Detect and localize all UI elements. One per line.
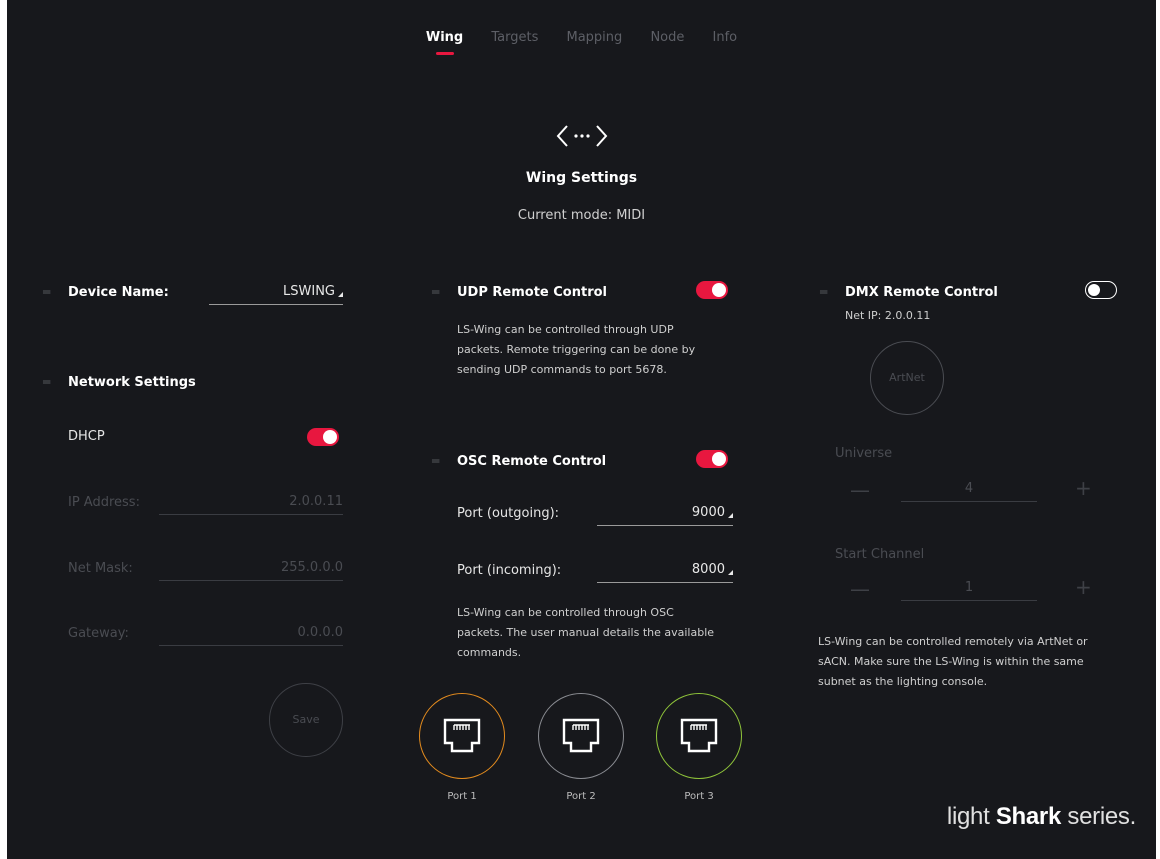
- drag-handle-icon[interactable]: ═: [820, 285, 827, 299]
- port-1-label: Port 1: [447, 791, 477, 802]
- brand-logo: light Shark series.: [947, 803, 1136, 831]
- page-title: Wing Settings: [525, 170, 638, 186]
- osc-toggle[interactable]: [696, 450, 728, 468]
- network-settings-title: Network Settings: [68, 375, 196, 390]
- start-channel-decrement-button[interactable]: —: [850, 577, 870, 601]
- port-outgoing-value: 9000: [691, 505, 725, 520]
- save-button[interactable]: Save: [269, 683, 343, 757]
- universe-increment-button[interactable]: +: [1075, 476, 1092, 500]
- drag-handle-icon[interactable]: ═: [432, 454, 439, 468]
- dhcp-label: DHCP: [68, 429, 105, 444]
- net-mask-field[interactable]: 255.0.0.0: [159, 560, 343, 581]
- port-2-label: Port 2: [566, 791, 596, 802]
- gateway-label: Gateway:: [68, 626, 129, 641]
- drag-handle-icon[interactable]: ═: [43, 375, 50, 389]
- osc-desc-line: commands.: [457, 646, 522, 659]
- gateway-value: 0.0.0.0: [297, 625, 343, 640]
- dmx-net-ip: Net IP: 2.0.0.11: [845, 309, 931, 322]
- ethernet-port-icon: [538, 693, 624, 779]
- udp-desc-line: packets. Remote triggering can be done b…: [457, 343, 696, 356]
- tab-targets[interactable]: Targets: [491, 30, 538, 45]
- field-corner-icon: [728, 513, 733, 518]
- artnet-button[interactable]: ArtNet: [870, 341, 944, 415]
- drag-handle-icon[interactable]: ═: [43, 285, 50, 299]
- port-outgoing-field[interactable]: 9000: [597, 505, 733, 526]
- port-incoming-value: 8000: [691, 562, 725, 577]
- dmx-desc-line: sACN. Make sure the LS-Wing is within th…: [818, 655, 1084, 668]
- port-outgoing-label: Port (outgoing):: [457, 506, 560, 521]
- udp-desc-line: LS-Wing can be controlled through UDP: [457, 323, 674, 336]
- osc-title: OSC Remote Control: [457, 454, 607, 469]
- port-1[interactable]: Port 1: [419, 693, 505, 802]
- device-name-value: LSWING: [283, 284, 335, 299]
- field-corner-icon: [728, 570, 733, 575]
- tab-mapping[interactable]: Mapping: [567, 30, 623, 45]
- udp-toggle[interactable]: [696, 281, 728, 299]
- udp-title: UDP Remote Control: [457, 285, 608, 300]
- port-incoming-label: Port (incoming):: [457, 563, 562, 578]
- osc-desc-line: packets. The user manual details the ava…: [457, 626, 715, 639]
- dmx-desc-line: LS-Wing can be controlled remotely via A…: [818, 635, 1088, 648]
- device-name-label: Device Name:: [68, 285, 169, 300]
- start-channel-value: 1: [964, 580, 974, 595]
- udp-description: LS-Wing can be controlled through UDP pa…: [457, 320, 757, 380]
- tab-bar: Wing Targets Mapping Node Info: [7, 30, 1156, 55]
- ip-address-label: IP Address:: [68, 495, 140, 510]
- ethernet-port-icon: [419, 693, 505, 779]
- ethernet-port-icon: [656, 693, 742, 779]
- port-incoming-field[interactable]: 8000: [597, 562, 733, 583]
- net-mask-value: 255.0.0.0: [280, 560, 343, 575]
- field-corner-icon: [338, 292, 343, 297]
- universe-label: Universe: [835, 446, 893, 461]
- device-name-field[interactable]: LSWING: [209, 284, 343, 305]
- dmx-desc-line: subnet as the lighting console.: [818, 675, 988, 688]
- port-3-label: Port 3: [684, 791, 714, 802]
- brand-light: light: [946, 803, 996, 830]
- current-mode-text: Current mode: MIDI: [517, 208, 646, 223]
- dhcp-toggle[interactable]: [307, 428, 339, 446]
- osc-desc-line: LS-Wing can be controlled through OSC: [457, 606, 674, 619]
- app-window: Wing Targets Mapping Node Info Wing Sett…: [7, 0, 1156, 859]
- port-2[interactable]: Port 2: [538, 693, 624, 802]
- universe-decrement-button[interactable]: —: [850, 478, 870, 502]
- brand-series: series.: [1061, 803, 1136, 830]
- start-channel-increment-button[interactable]: +: [1075, 575, 1092, 599]
- port-3[interactable]: Port 3: [656, 693, 742, 802]
- ip-address-field[interactable]: 2.0.0.11: [159, 494, 343, 515]
- wing-icon: [7, 122, 1156, 154]
- universe-field[interactable]: 4: [901, 481, 1037, 502]
- drag-handle-icon[interactable]: ═: [432, 285, 439, 299]
- net-mask-label: Net Mask:: [68, 561, 133, 576]
- dmx-title: DMX Remote Control: [845, 285, 998, 300]
- udp-desc-line: sending UDP commands to port 5678.: [457, 363, 667, 376]
- start-channel-label: Start Channel: [835, 547, 925, 562]
- ip-address-value: 2.0.0.11: [289, 494, 343, 509]
- start-channel-field[interactable]: 1: [901, 580, 1037, 601]
- tab-node[interactable]: Node: [650, 30, 684, 45]
- tab-wing[interactable]: Wing: [426, 30, 463, 55]
- universe-value: 4: [964, 481, 974, 496]
- tab-info[interactable]: Info: [713, 30, 738, 45]
- brand-shark: Shark: [995, 803, 1062, 830]
- gateway-field[interactable]: 0.0.0.0: [159, 625, 343, 646]
- dmx-description: LS-Wing can be controlled remotely via A…: [818, 632, 1138, 692]
- osc-description: LS-Wing can be controlled through OSC pa…: [457, 603, 757, 663]
- dmx-toggle[interactable]: [1085, 281, 1117, 299]
